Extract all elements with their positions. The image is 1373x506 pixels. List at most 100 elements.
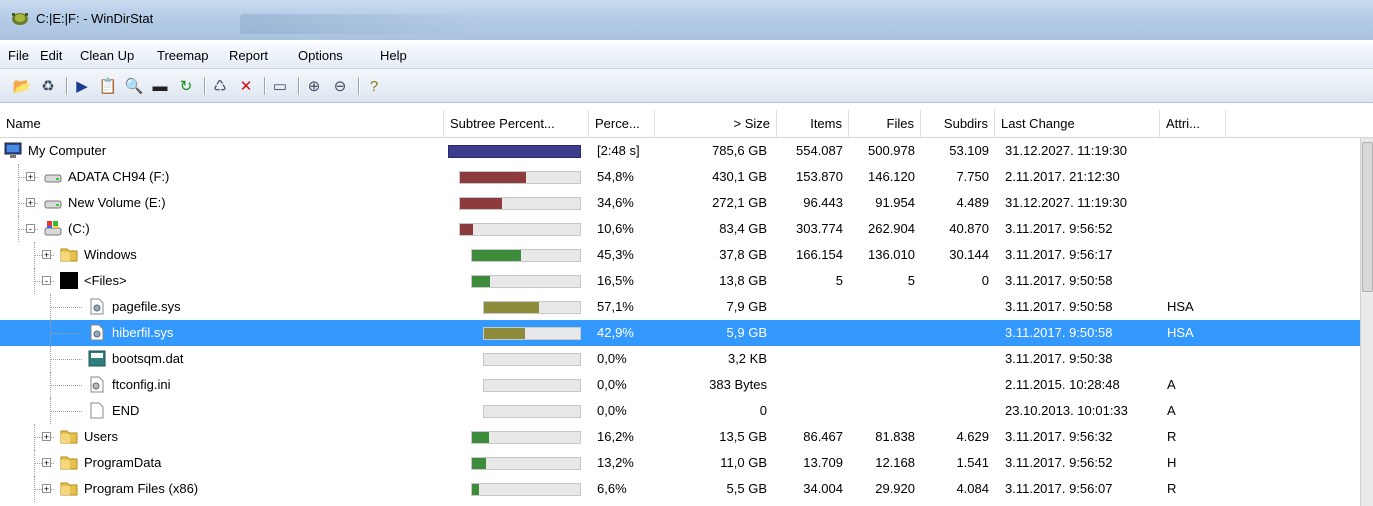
size-cell: 37,8 GB [719, 247, 767, 262]
column-header-size[interactable]: > Size [655, 110, 777, 137]
command-prompt-icon[interactable]: ▬ [150, 76, 170, 96]
column-header-name[interactable]: Name [0, 110, 444, 137]
table-row[interactable]: END 0,0% 0 23.10.2013. 10:01:33 A [0, 398, 1360, 424]
column-header-subdirs[interactable]: Subdirs [921, 110, 995, 137]
item-name: hiberfil.sys [112, 325, 174, 340]
table-row[interactable]: bootsqm.dat 0,0% 3,2 KB 3.11.2017. 9:50:38 [0, 346, 1360, 372]
open-folder-icon[interactable]: 📂 [12, 76, 32, 96]
subdirs-cell: 4.489 [956, 195, 989, 210]
menu-edit[interactable]: Edit [40, 48, 62, 63]
percent-cell: 57,1% [597, 299, 634, 314]
attributes-cell [1167, 190, 1227, 216]
collapse-icon[interactable]: - [26, 224, 35, 234]
recycle-bin-icon[interactable]: ♺ [210, 76, 230, 96]
item-name: Windows [84, 247, 137, 262]
collapse-icon[interactable]: - [42, 276, 51, 286]
size-cell: 785,6 GB [712, 143, 767, 158]
subdirs-cell [921, 294, 989, 320]
item-name: Program Files (x86) [84, 481, 199, 496]
table-row[interactable]: + Program Files (x86) 6,6% 5,5 GB 34.004 29.9… [0, 476, 1360, 502]
column-header-items[interactable]: Items [777, 110, 849, 137]
subtree-percent-bar [448, 145, 581, 158]
menu-treemap[interactable]: Treemap [157, 48, 209, 63]
items-cell [777, 372, 843, 398]
toolbar-separator [298, 77, 300, 95]
column-header: Name Subtree Percent... Perce... > Size … [0, 110, 1373, 138]
refresh-icon[interactable]: ♻ [38, 76, 58, 96]
subtree-percent-bar-fill [449, 146, 580, 157]
expand-icon[interactable]: + [42, 250, 51, 260]
table-row[interactable]: + ADATA CH94 (F:) 54,8% 430,1 GB 153.870 146.… [0, 164, 1360, 190]
table-row[interactable]: + New Volume (E:) 34,6% 272,1 GB 96.443 91.95… [0, 190, 1360, 216]
menu-file[interactable]: File [8, 48, 29, 63]
table-row[interactable]: + Users 16,2% 13,5 GB 86.467 81.838 4.629 3.11.… [0, 424, 1360, 450]
subdirs-cell: 4.629 [956, 429, 989, 444]
column-header-attributes[interactable]: Attri... [1160, 110, 1226, 137]
drive-icon [44, 168, 62, 185]
table-row[interactable]: - <Files> 16,5% 13,8 GB 5 5 0 3.11.2017. 9:50:5… [0, 268, 1360, 294]
expand-icon[interactable]: + [42, 432, 51, 442]
last-change-cell: 23.10.2013. 10:01:33 [1005, 403, 1128, 418]
explorer-icon[interactable]: 🔍 [124, 76, 144, 96]
system-drive-icon [44, 220, 62, 237]
directory-tree-list[interactable]: My Computer [2:48 s] 785,6 GB 554.087 500.97… [0, 138, 1360, 506]
subdirs-cell [921, 372, 989, 398]
expand-icon[interactable]: + [26, 198, 35, 208]
subdirs-cell [921, 320, 989, 346]
refresh-green-icon[interactable]: ↻ [176, 76, 196, 96]
attributes-cell [1167, 268, 1227, 294]
blank-file-icon [88, 402, 106, 419]
items-cell: 166.154 [796, 247, 843, 262]
size-cell: 13,5 GB [719, 429, 767, 444]
subtree-percent-bar [483, 301, 581, 314]
expand-icon[interactable]: + [26, 172, 35, 182]
percent-cell: 0,0% [597, 377, 627, 392]
zoom-in-icon[interactable]: ⊕ [304, 76, 324, 96]
item-name: ftconfig.ini [112, 377, 171, 392]
menu-options[interactable]: Options [298, 48, 343, 63]
windirstat-app-icon [12, 13, 28, 25]
items-cell: 5 [835, 273, 843, 288]
percent-cell: 54,8% [597, 169, 634, 184]
column-header-last-change[interactable]: Last Change [995, 110, 1160, 137]
copy-path-icon[interactable]: 📋 [98, 76, 118, 96]
column-header-files[interactable]: Files [849, 110, 921, 137]
attributes-cell [1167, 346, 1227, 372]
column-header-subtree-percent[interactable]: Subtree Percent... [444, 110, 589, 137]
table-row[interactable]: + Windows 45,3% 37,8 GB 166.154 136.010 30.144… [0, 242, 1360, 268]
files-cell: 81.838 [875, 429, 915, 444]
table-row[interactable]: ftconfig.ini 0,0% 383 Bytes 2.11.2015. 10:2… [0, 372, 1360, 398]
table-row[interactable]: pagefile.sys 57,1% 7,9 GB 3.11.2017. 9:50:5… [0, 294, 1360, 320]
table-row[interactable]: My Computer [2:48 s] 785,6 GB 554.087 500.97… [0, 138, 1360, 164]
table-row[interactable]: - (C:) 10,6% 83,4 GB 303.774 262.904 40.870 3.1… [0, 216, 1360, 242]
last-change-cell: 2.11.2015. 10:28:48 [1005, 377, 1120, 392]
table-row[interactable]: hiberfil.sys 42,9% 5,9 GB 3.11.2017. 9:50:5… [0, 320, 1360, 346]
folder-icon [60, 246, 78, 263]
vertical-scrollbar[interactable] [1360, 138, 1373, 506]
properties-icon[interactable]: ▭ [270, 76, 290, 96]
subtree-percent-bar [483, 353, 581, 366]
scrollbar-thumb[interactable] [1362, 142, 1373, 292]
table-row[interactable]: + ProgramData 13,2% 11,0 GB 13.709 12.168 1.54… [0, 450, 1360, 476]
help-icon[interactable]: ? [364, 76, 384, 96]
last-change-cell: 31.12.2027. 11:19:30 [1005, 195, 1127, 210]
play-icon[interactable]: ▶ [72, 76, 92, 96]
subtree-percent-bar [483, 379, 581, 392]
system-file-icon [88, 324, 106, 341]
menu-clean-up[interactable]: Clean Up [80, 48, 134, 63]
percent-cell: 45,3% [597, 247, 634, 262]
folder-icon [60, 454, 78, 471]
items-cell: 34.004 [803, 481, 843, 496]
files-cell: 5 [907, 273, 915, 288]
subtree-percent-bar [471, 275, 581, 288]
attributes-cell: R [1167, 429, 1177, 444]
zoom-out-icon[interactable]: ⊖ [330, 76, 350, 96]
subtree-percent-bar-fill [460, 224, 473, 235]
expand-icon[interactable]: + [42, 484, 51, 494]
delete-icon[interactable]: ✕ [236, 76, 256, 96]
menu-help[interactable]: Help [380, 48, 407, 63]
expand-icon[interactable]: + [42, 458, 51, 468]
items-cell [777, 320, 843, 346]
menu-report[interactable]: Report [229, 48, 268, 63]
column-header-percent[interactable]: Perce... [589, 110, 655, 137]
